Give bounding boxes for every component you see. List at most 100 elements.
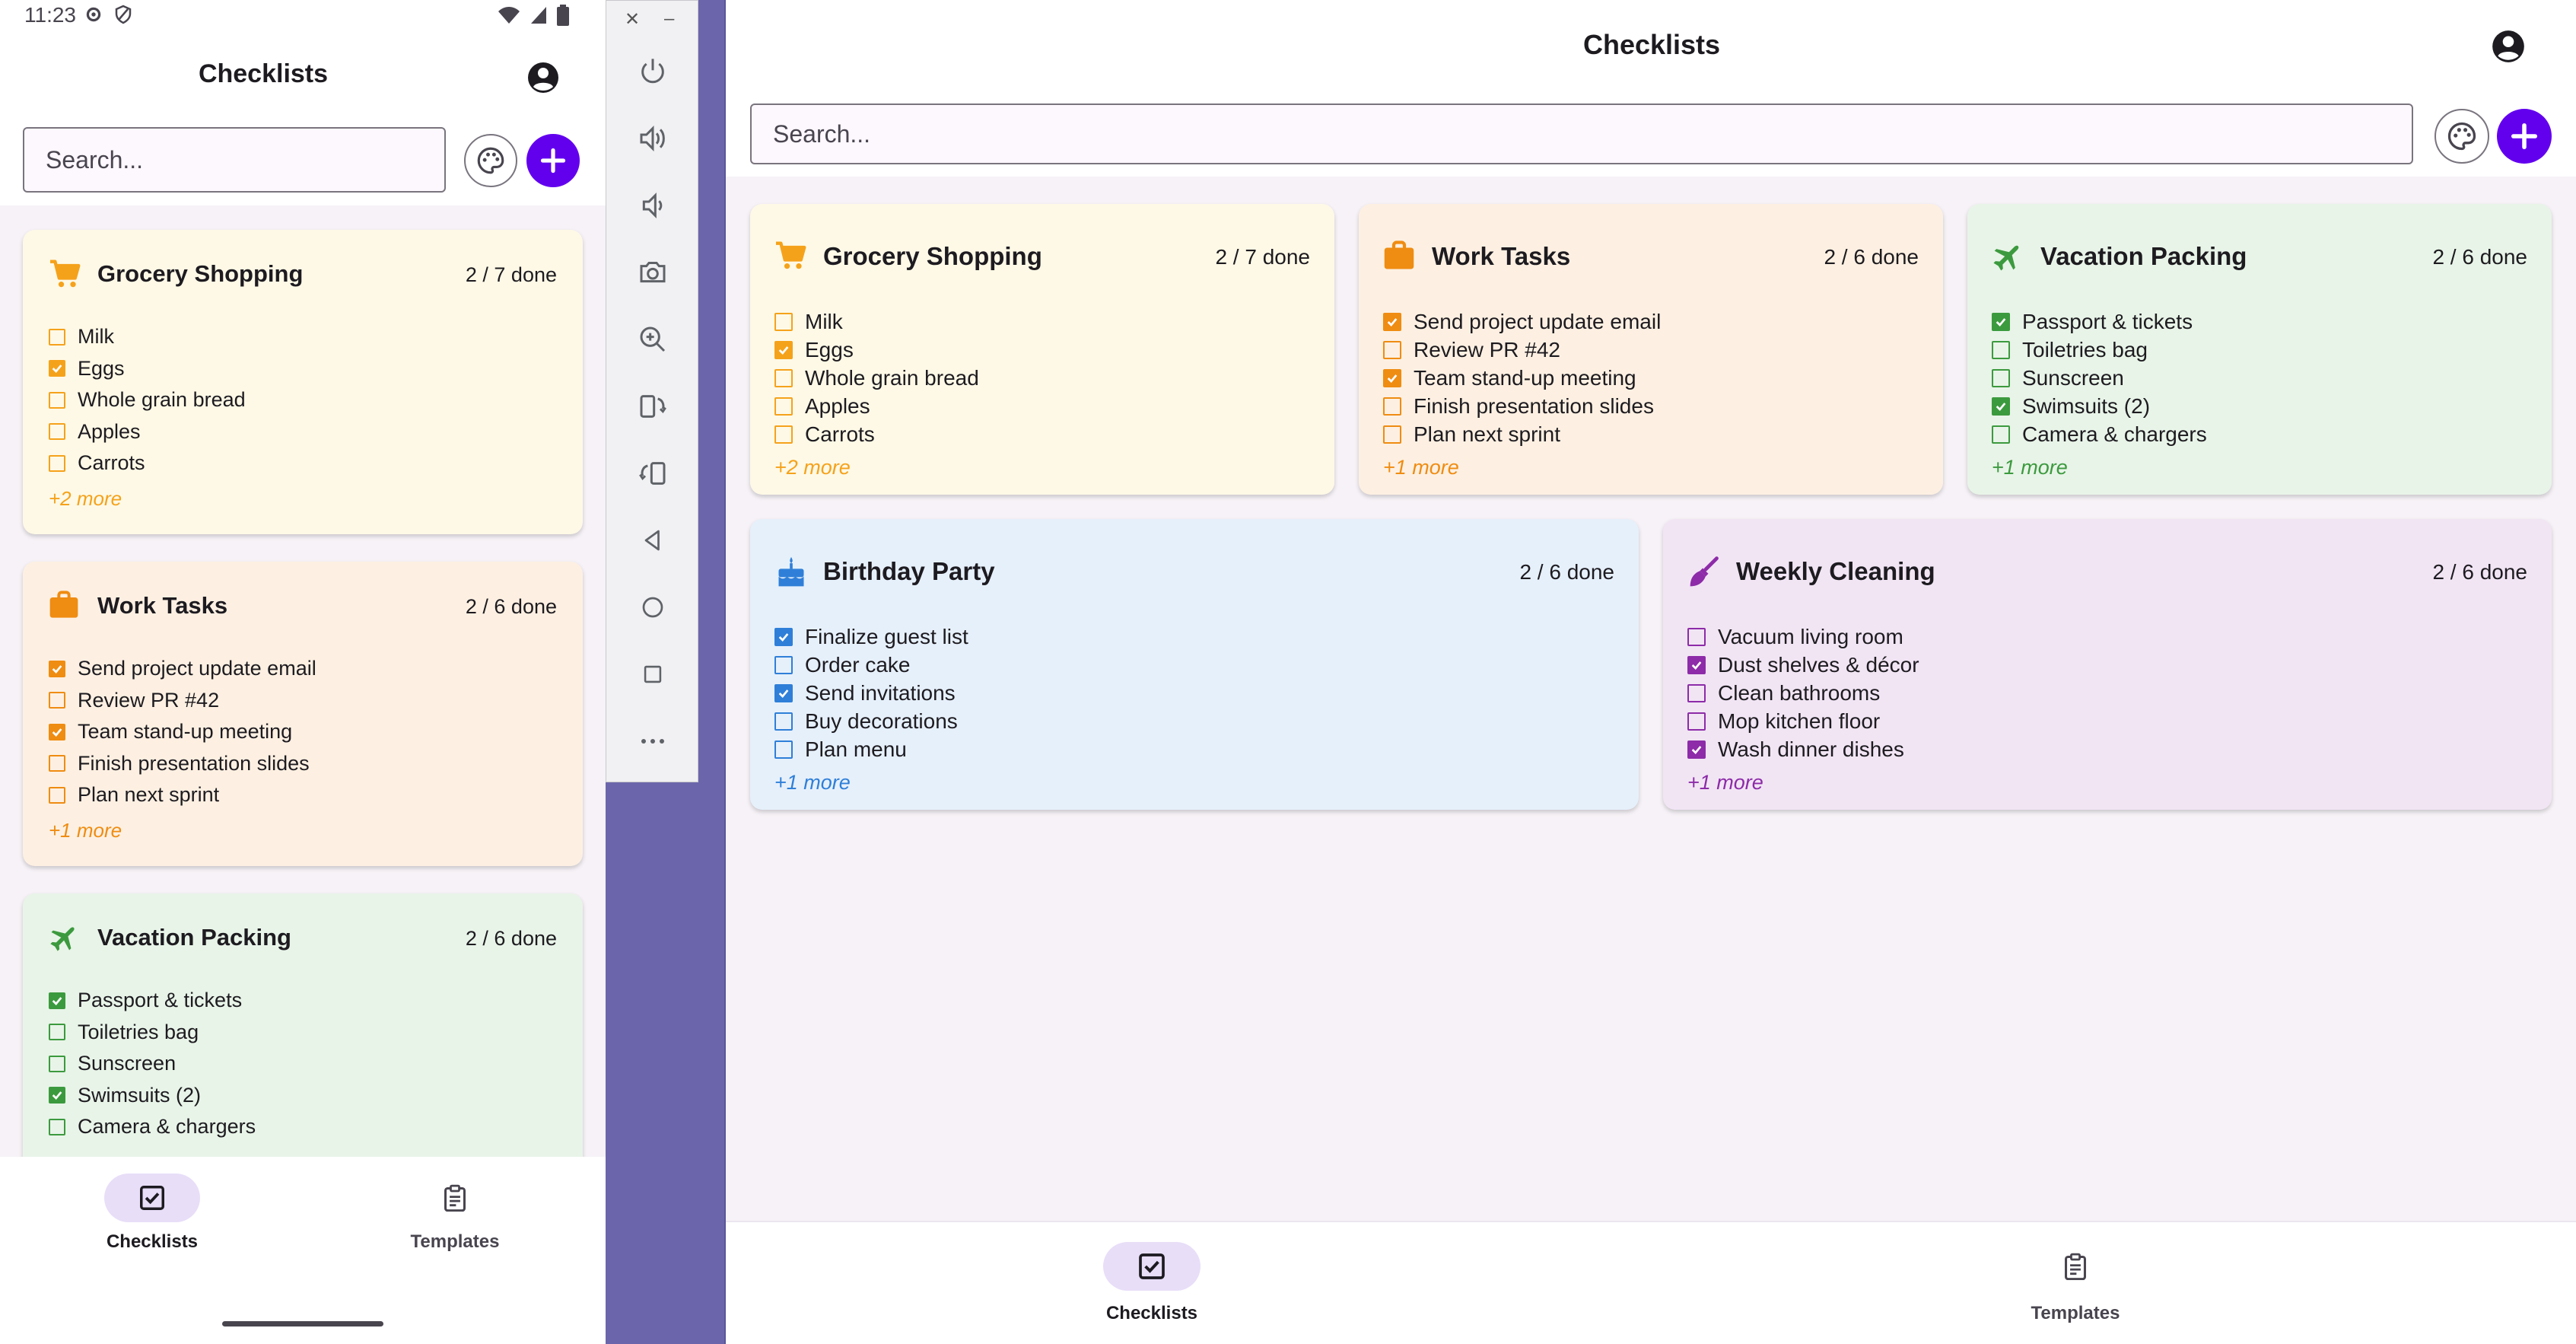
checklist-grid[interactable]: Grocery Shopping 2 / 7 done Milk Eggs Whol… bbox=[726, 177, 2576, 1221]
checklist-item[interactable]: Review PR #42 bbox=[49, 685, 557, 717]
zoom-in-icon[interactable] bbox=[635, 322, 670, 357]
checklist-item[interactable]: Clean bathrooms bbox=[1687, 679, 2527, 707]
checkbox-unchecked[interactable] bbox=[774, 397, 793, 416]
checkbox-unchecked[interactable] bbox=[774, 655, 793, 674]
checklist-list[interactable]: Grocery Shopping 2 / 7 done Milk Eggs Whol… bbox=[0, 205, 606, 1157]
checklist-item[interactable]: Plan next sprint bbox=[49, 779, 557, 811]
checkbox-unchecked[interactable] bbox=[49, 1118, 65, 1135]
search-input[interactable]: Search... bbox=[23, 127, 446, 193]
checklist-item[interactable]: Finish presentation slides bbox=[1383, 392, 1919, 420]
checklist-item[interactable]: Team stand-up meeting bbox=[49, 716, 557, 748]
more-options-icon[interactable] bbox=[635, 724, 670, 759]
nav-templates[interactable]: Templates bbox=[1992, 1242, 2159, 1324]
rotate-right-icon[interactable] bbox=[635, 456, 670, 491]
checkbox-checked[interactable] bbox=[49, 660, 65, 677]
checklist-item[interactable]: Milk bbox=[774, 307, 1310, 336]
checkbox-checked[interactable] bbox=[49, 1087, 65, 1104]
checklist-item[interactable]: Carrots bbox=[774, 420, 1310, 448]
checkbox-checked[interactable] bbox=[49, 723, 65, 740]
checkbox-unchecked[interactable] bbox=[774, 368, 793, 387]
checklist-item[interactable]: Camera & chargers bbox=[1992, 420, 2527, 448]
checkbox-unchecked[interactable] bbox=[49, 423, 65, 441]
checklist-card-grocery[interactable]: Grocery Shopping 2 / 7 done Milk Eggs Whol… bbox=[23, 230, 583, 534]
checklist-item[interactable]: Plan menu bbox=[774, 735, 1614, 763]
nav-checklists[interactable]: Checklists bbox=[1068, 1242, 1236, 1324]
home-indicator[interactable] bbox=[222, 1321, 383, 1326]
checklist-item[interactable]: Send project update email bbox=[49, 653, 557, 685]
checkbox-unchecked[interactable] bbox=[1992, 368, 2010, 387]
search-input[interactable]: Search... bbox=[750, 104, 2413, 164]
checklist-item[interactable]: Whole grain bread bbox=[774, 364, 1310, 392]
more-items-link[interactable]: +1 more bbox=[49, 819, 557, 842]
volume-down-icon[interactable] bbox=[635, 188, 670, 223]
nav-templates[interactable]: Templates bbox=[386, 1174, 523, 1253]
minimize-icon[interactable]: – bbox=[664, 8, 674, 30]
checkbox-unchecked[interactable] bbox=[774, 312, 793, 331]
checklist-item[interactable]: Milk bbox=[49, 321, 557, 353]
checkbox-unchecked[interactable] bbox=[49, 1055, 65, 1072]
add-checklist-button[interactable] bbox=[2497, 109, 2552, 164]
checklist-item[interactable]: Passport & tickets bbox=[1992, 307, 2527, 336]
checklist-item[interactable]: Review PR #42 bbox=[1383, 336, 1919, 364]
checkbox-unchecked[interactable] bbox=[774, 740, 793, 759]
checklist-item[interactable]: Sunscreen bbox=[1992, 364, 2527, 392]
checklist-item[interactable]: Team stand-up meeting bbox=[1383, 364, 1919, 392]
checklist-item[interactable]: Sunscreen bbox=[49, 1048, 557, 1080]
checkbox-unchecked[interactable] bbox=[774, 425, 793, 444]
checklist-item[interactable]: Whole grain bread bbox=[49, 384, 557, 416]
checkbox-unchecked[interactable] bbox=[49, 1024, 65, 1041]
checkbox-checked[interactable] bbox=[49, 992, 65, 1009]
checkbox-unchecked[interactable] bbox=[49, 755, 65, 772]
checklist-item[interactable]: Finish presentation slides bbox=[49, 748, 557, 780]
checkbox-unchecked[interactable] bbox=[1687, 627, 1706, 646]
checklist-item[interactable]: Buy decorations bbox=[774, 707, 1614, 735]
checklist-item[interactable]: Toiletries bag bbox=[1992, 336, 2527, 364]
checklist-item[interactable]: Carrots bbox=[49, 447, 557, 479]
checklist-item[interactable]: Order cake bbox=[774, 651, 1614, 679]
checkbox-checked[interactable] bbox=[774, 683, 793, 702]
checkbox-checked[interactable] bbox=[774, 340, 793, 359]
checkbox-unchecked[interactable] bbox=[49, 786, 65, 804]
checkbox-unchecked[interactable] bbox=[1992, 425, 2010, 444]
checklist-item[interactable]: Eggs bbox=[49, 353, 557, 385]
checkbox-checked[interactable] bbox=[1383, 368, 1401, 387]
checklist-item[interactable]: Vacuum living room bbox=[1687, 623, 2527, 651]
checklist-card-grocery[interactable]: Grocery Shopping 2 / 7 done Milk Eggs Whol… bbox=[750, 204, 1334, 495]
checkbox-unchecked[interactable] bbox=[1687, 683, 1706, 702]
checkbox-unchecked[interactable] bbox=[49, 454, 65, 472]
checkbox-unchecked[interactable] bbox=[1383, 397, 1401, 416]
more-items-link[interactable]: +2 more bbox=[49, 487, 557, 511]
theme-palette-button[interactable] bbox=[2434, 109, 2489, 164]
power-icon[interactable] bbox=[635, 54, 670, 89]
checklist-item[interactable]: Camera & chargers bbox=[49, 1111, 557, 1143]
more-items-link[interactable]: +2 more bbox=[774, 456, 1310, 479]
checkbox-unchecked[interactable] bbox=[774, 712, 793, 731]
checklist-card-cleaning[interactable]: Weekly Cleaning 2 / 6 done Vacuum living… bbox=[1663, 519, 2552, 810]
home-icon[interactable] bbox=[635, 590, 670, 625]
more-items-link[interactable]: +1 more bbox=[774, 771, 1614, 795]
overview-icon[interactable] bbox=[635, 657, 670, 692]
checklist-card-vacation[interactable]: Vacation Packing 2 / 6 done Passport & t… bbox=[23, 893, 583, 1157]
checklist-item[interactable]: Plan next sprint bbox=[1383, 420, 1919, 448]
checklist-item[interactable]: Toiletries bag bbox=[49, 1017, 557, 1049]
checklist-item[interactable]: Send invitations bbox=[774, 679, 1614, 707]
checklist-item[interactable]: Apples bbox=[774, 392, 1310, 420]
more-items-link[interactable]: +1 more bbox=[1383, 456, 1919, 479]
checklist-card-work[interactable]: Work Tasks 2 / 6 done Send project updat… bbox=[23, 562, 583, 866]
more-items-link[interactable]: +1 more bbox=[1992, 456, 2527, 479]
checklist-item[interactable]: Apples bbox=[49, 416, 557, 448]
checklist-item[interactable]: Send project update email bbox=[1383, 307, 1919, 336]
checkbox-unchecked[interactable] bbox=[1383, 340, 1401, 359]
rotate-left-icon[interactable] bbox=[635, 389, 670, 424]
theme-palette-button[interactable] bbox=[464, 134, 517, 187]
checkbox-unchecked[interactable] bbox=[1383, 425, 1401, 444]
checkbox-checked[interactable] bbox=[774, 627, 793, 646]
checklist-card-vacation[interactable]: Vacation Packing 2 / 6 done Passport & t… bbox=[1967, 204, 2552, 495]
checklist-item[interactable]: Mop kitchen floor bbox=[1687, 707, 2527, 735]
checklist-item[interactable]: Finalize guest list bbox=[774, 623, 1614, 651]
checklist-item[interactable]: Swimsuits (2) bbox=[49, 1080, 557, 1112]
checkbox-unchecked[interactable] bbox=[1687, 712, 1706, 731]
checkbox-checked[interactable] bbox=[1383, 312, 1401, 331]
account-icon[interactable] bbox=[525, 59, 561, 96]
checklist-card-work[interactable]: Work Tasks 2 / 6 done Send project updat… bbox=[1359, 204, 1943, 495]
